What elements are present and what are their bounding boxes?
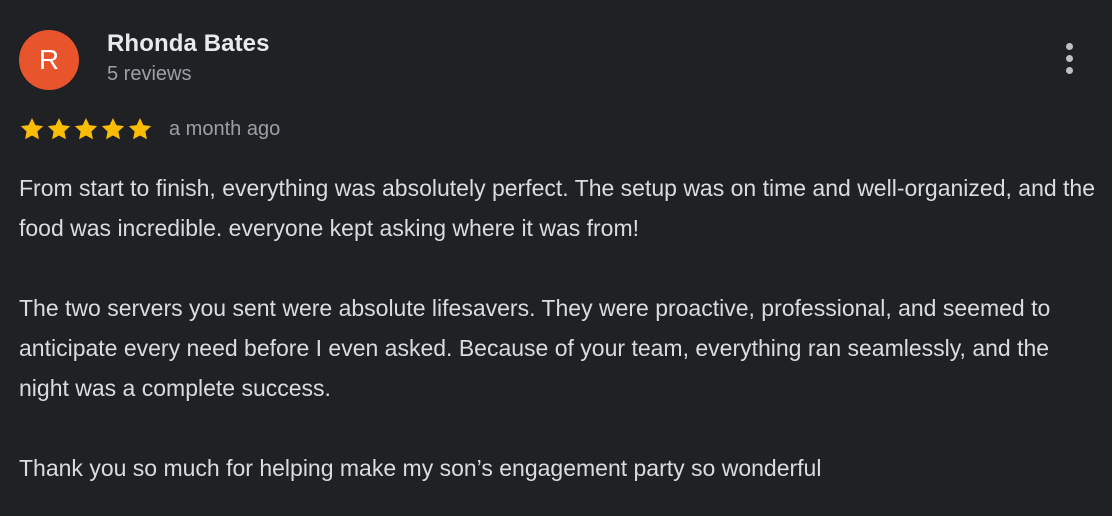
star-icon	[101, 117, 125, 140]
star-icon	[128, 117, 152, 140]
star-icon	[74, 117, 98, 140]
avatar-initial: R	[38, 44, 60, 75]
author-name[interactable]: Rhonda Bates	[107, 30, 270, 58]
more-vert-icon-dot	[1065, 66, 1073, 74]
review-paragraph: From start to finish, everything was abs…	[19, 175, 1096, 241]
more-vert-icon-dot	[1065, 54, 1073, 62]
review-paragraph: Thank you so much for helping make my so…	[19, 455, 822, 481]
avatar[interactable]: R	[19, 30, 79, 90]
rating-row: a month ago	[19, 114, 280, 144]
review-card: R Rhonda Bates 5 reviews a month ago Fro…	[0, 0, 1112, 516]
review-text: From start to finish, everything was abs…	[19, 168, 1099, 488]
star-icon	[20, 117, 44, 140]
review-date: a month ago	[169, 117, 281, 140]
star-rating	[19, 116, 153, 142]
author-review-count[interactable]: 5 reviews	[107, 63, 191, 86]
more-vert-icon	[1065, 42, 1073, 50]
review-paragraph: The two servers you sent were absolute l…	[19, 295, 1051, 401]
more-options-button[interactable]	[1052, 36, 1086, 80]
star-icon	[47, 117, 71, 140]
